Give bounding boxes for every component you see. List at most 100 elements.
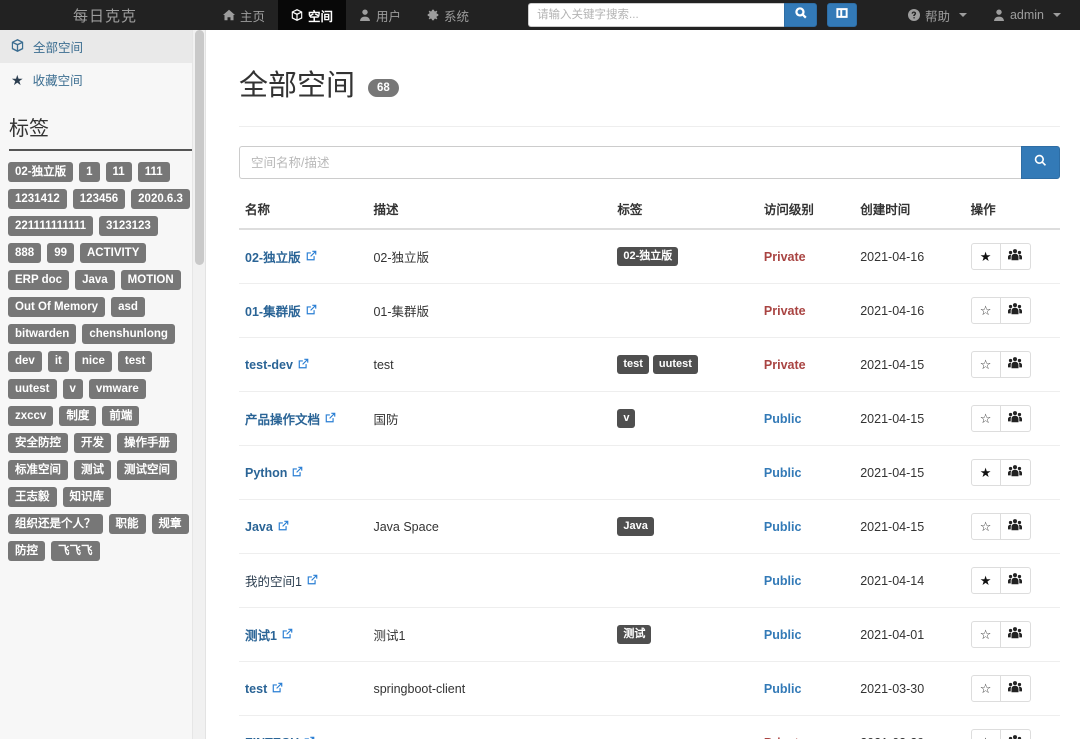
tag-chip[interactable]: asd [111,297,145,318]
space-filter-button[interactable] [1021,146,1060,179]
tag-chip[interactable]: 标准空间 [8,459,68,480]
tag-chip[interactable]: zxccv [8,405,54,426]
space-name-link[interactable]: 产品操作文档 [245,409,320,428]
sidebar-item-all-spaces[interactable]: 全部空间 [0,30,205,63]
favorite-button[interactable]: ☆ [970,675,1001,702]
space-filter-input[interactable] [239,146,1021,179]
tag-chip[interactable]: 1 [79,162,100,183]
tag-chip[interactable]: Out Of Memory [8,297,106,318]
tag-chip[interactable]: 知识库 [62,486,111,507]
members-button[interactable] [1000,297,1031,324]
tag-chip[interactable]: Java [75,270,115,291]
members-button[interactable] [1000,675,1031,702]
favorite-button[interactable]: ★ [970,567,1001,594]
tag-chip[interactable]: 888 [8,243,42,264]
tag-chip[interactable]: 操作手册 [117,432,177,453]
tag-chip[interactable]: 组织还是个人？ [8,513,103,534]
tag-chip[interactable]: 111 [137,162,170,183]
members-button[interactable] [1000,351,1031,378]
navbar-search-button[interactable] [784,3,818,27]
members-button[interactable] [1000,243,1031,270]
row-tag[interactable]: uutest [652,355,698,374]
table-row[interactable]: 产品操作文档 国防 v Public 2021-04-15 ☆ [239,391,1060,446]
row-tag[interactable]: 测试 [617,625,652,644]
space-name-link[interactable]: test [245,682,267,696]
tag-chip[interactable]: 3123123 [99,216,158,237]
members-button[interactable] [1000,621,1031,648]
sidebar-scrollbar[interactable] [192,30,205,739]
column-header-desc[interactable]: 描述 [367,189,612,230]
table-row[interactable]: Java Java Space Java Public 2021-04-15 ☆ [239,499,1060,554]
favorite-button[interactable]: ☆ [970,405,1001,432]
tag-chip[interactable]: 王志毅 [8,486,57,507]
brand-title[interactable]: 每日克克 [0,0,210,30]
members-button[interactable] [1000,459,1031,486]
tag-chip[interactable]: 飞飞飞 [51,540,100,561]
column-header-tags[interactable]: 标签 [611,189,758,230]
table-row[interactable]: Python Public 2021-04-15 ★ [239,445,1060,500]
tag-chip[interactable]: 221111111111 [8,216,94,237]
column-header-name[interactable]: 名称 [239,189,368,230]
space-name-link[interactable]: Python [245,466,287,480]
account-menu[interactable]: admin [980,0,1074,30]
tag-chip[interactable]: 制度 [59,405,97,426]
space-name-link[interactable]: FINTECH [245,736,299,739]
row-tag[interactable]: test [617,355,649,374]
space-name-link[interactable]: 01-集群版 [245,301,301,320]
external-link-icon[interactable] [298,358,309,372]
column-header-created[interactable]: 创建时间 [854,189,965,230]
members-button[interactable] [1000,513,1031,540]
table-row[interactable]: test springboot-client Public 2021-03-30 ☆ [239,661,1060,716]
external-link-icon[interactable] [307,574,318,588]
tag-chip[interactable]: nice [74,351,112,372]
favorite-button[interactable]: ★ [970,243,1001,270]
table-row[interactable]: FINTECH Private 2021-03-29 ★ [239,715,1060,739]
column-header-level[interactable]: 访问级别 [757,189,855,230]
space-name-link[interactable]: 02-独立版 [245,247,301,266]
space-name-link[interactable]: Java [245,520,273,534]
favorite-button[interactable]: ☆ [970,351,1001,378]
external-link-icon[interactable] [304,736,315,739]
nav-item-system[interactable]: 系统 [414,0,482,30]
favorite-button[interactable]: ☆ [970,513,1001,540]
nav-item-spaces[interactable]: 空间 [278,0,347,30]
nav-item-home[interactable]: 主页 [210,0,278,30]
favorite-button[interactable]: ☆ [970,297,1001,324]
favorite-button[interactable]: ☆ [970,621,1001,648]
external-link-icon[interactable] [278,520,289,534]
tag-chip[interactable]: 前端 [102,405,140,426]
tag-chip[interactable]: 02-独立版 [8,162,74,183]
tag-chip[interactable]: 安全防控 [8,432,68,453]
nav-item-users[interactable]: 用户 [346,0,414,30]
external-link-icon[interactable] [292,466,303,480]
members-button[interactable] [1000,405,1031,432]
external-link-icon[interactable] [325,412,336,426]
space-name-link[interactable]: 我的空间1 [245,571,302,590]
tag-chip[interactable]: 11 [105,162,132,183]
tag-chip[interactable]: 测试 [74,459,111,480]
row-tag[interactable]: Java [617,517,654,536]
tag-chip[interactable]: 防控 [8,540,45,561]
tag-chip[interactable]: 规章 [151,513,189,534]
tag-chip[interactable]: test [117,351,153,372]
external-link-icon[interactable] [282,628,293,642]
tag-chip[interactable]: it [47,351,69,372]
tag-chip[interactable]: uutest [8,378,57,399]
tag-chip[interactable]: vmware [88,378,146,399]
tag-chip[interactable]: dev [8,351,42,372]
tag-chip[interactable]: v [62,378,83,399]
tag-chip[interactable]: 开发 [74,432,111,453]
row-tag[interactable]: 02-独立版 [617,247,679,266]
external-link-icon[interactable] [306,250,317,264]
sidebar-item-favorite-spaces[interactable]: ★ 收藏空间 [0,63,205,96]
row-tag[interactable]: v [617,409,636,428]
table-row[interactable]: 测试1 测试1 测试 Public 2021-04-01 ☆ [239,607,1060,662]
favorite-button[interactable]: ★ [970,459,1001,486]
members-button[interactable] [1000,729,1031,739]
table-row[interactable]: 01-集群版 01-集群版 Private 2021-04-16 ☆ [239,283,1060,338]
tag-chip[interactable]: 测试空间 [117,459,177,480]
tag-chip[interactable]: ERP doc [8,270,70,291]
tag-chip[interactable]: 1231412 [8,189,67,210]
tag-chip[interactable]: 2020.6.3 [131,189,190,210]
panel-toggle-button[interactable] [827,3,858,27]
